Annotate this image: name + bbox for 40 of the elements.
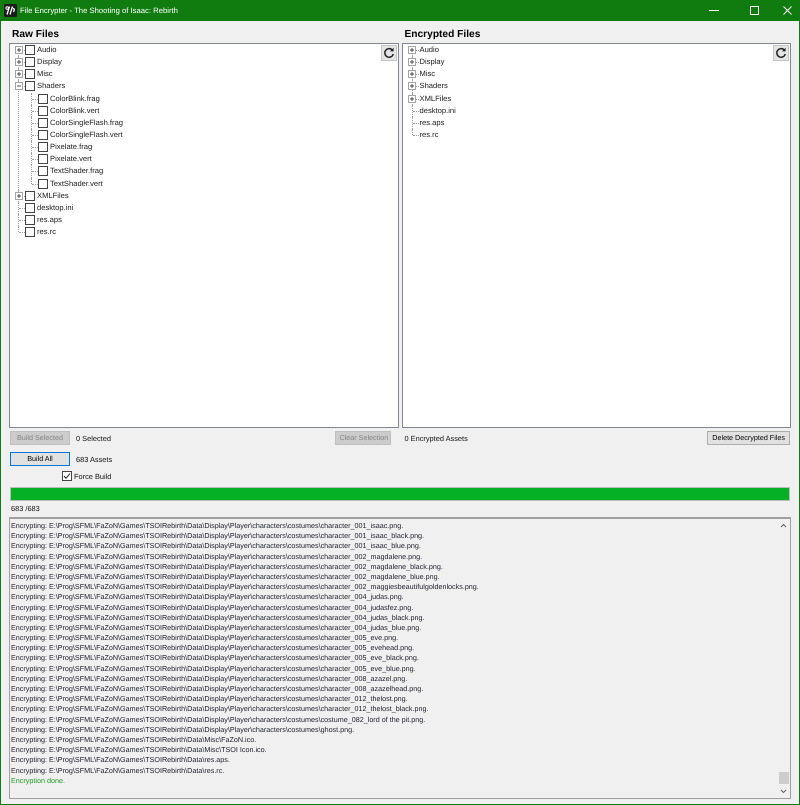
close-icon bbox=[782, 6, 792, 15]
plus-icon[interactable] bbox=[408, 70, 416, 78]
chevron-down-icon[interactable] bbox=[780, 789, 787, 794]
checkbox[interactable] bbox=[38, 106, 48, 116]
checkbox[interactable] bbox=[38, 154, 48, 164]
plus-icon[interactable] bbox=[14, 46, 22, 54]
plus-icon[interactable] bbox=[14, 192, 22, 200]
checkbox[interactable] bbox=[25, 57, 35, 68]
plus-icon[interactable] bbox=[408, 46, 416, 54]
checkbox[interactable] bbox=[25, 69, 35, 80]
checkbox[interactable] bbox=[38, 166, 48, 176]
panel-heading: Encrypted Files bbox=[404, 28, 480, 42]
panel-heading: Raw Files bbox=[11, 28, 59, 42]
checkbox[interactable] bbox=[38, 118, 48, 128]
checkbox[interactable] bbox=[25, 227, 35, 238]
scrollbar-thumb[interactable] bbox=[778, 772, 788, 784]
minus-icon[interactable] bbox=[14, 82, 22, 90]
refresh-icon bbox=[775, 47, 787, 59]
checkbox[interactable] bbox=[38, 142, 48, 152]
plus-icon[interactable] bbox=[408, 58, 416, 66]
checkbox[interactable] bbox=[25, 202, 35, 213]
refresh-button[interactable] bbox=[380, 45, 396, 61]
checkbox[interactable] bbox=[25, 215, 35, 226]
checkbox[interactable] bbox=[38, 178, 48, 189]
plus-icon[interactable] bbox=[14, 70, 22, 78]
checkbox[interactable] bbox=[25, 45, 35, 56]
checkbox[interactable] bbox=[38, 94, 48, 104]
app-icon bbox=[4, 4, 17, 17]
checkbox[interactable] bbox=[38, 130, 48, 140]
minimize-icon bbox=[709, 10, 719, 11]
checkbox[interactable] bbox=[25, 190, 35, 201]
refresh-icon bbox=[382, 47, 394, 59]
maximize-icon bbox=[750, 6, 758, 15]
plus-icon[interactable] bbox=[408, 94, 416, 103]
plus-icon[interactable] bbox=[408, 82, 416, 90]
refresh-button[interactable] bbox=[773, 45, 789, 61]
chevron-up-icon[interactable] bbox=[780, 523, 787, 528]
checkbox[interactable] bbox=[25, 81, 35, 92]
plus-icon[interactable] bbox=[14, 58, 22, 66]
checkbox[interactable] bbox=[62, 471, 72, 481]
